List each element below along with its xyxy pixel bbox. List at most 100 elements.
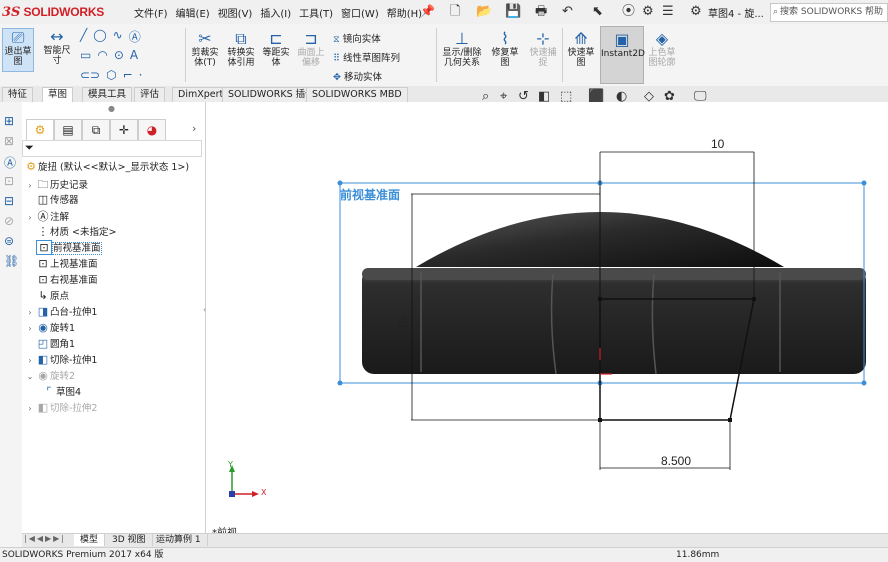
tab-sketch[interactable]: 草图: [42, 87, 74, 103]
tree-root[interactable]: ⚙ 旋扭 (默认<<默认>_显示状态 1>): [24, 159, 189, 173]
open-icon[interactable]: 📂: [476, 3, 492, 21]
solidworks-logo[interactable]: 3S SOLIDWORKS: [2, 3, 104, 21]
mirror-entities-button[interactable]: ⧖ 镜向实体: [333, 30, 400, 49]
tree-item-selected[interactable]: ⊡ 前视基准面: [24, 240, 102, 255]
tree-item[interactable]: › ◨ 凸台-拉伸1: [24, 304, 97, 318]
menu-insert[interactable]: 插入(I): [256, 5, 295, 20]
arc-icon[interactable]: ◠: [97, 48, 107, 62]
tree-root-label: 旋扭 (默认<<默认>_显示状态 1>): [38, 162, 190, 173]
menu-file[interactable]: 文件(F): [130, 5, 172, 20]
polygon-icon[interactable]: ⬡: [106, 68, 116, 82]
annotation-icon[interactable]: Ⓐ: [4, 154, 16, 171]
rectangle-icon[interactable]: ▭: [80, 48, 91, 62]
save-icon[interactable]: 💾: [505, 3, 521, 21]
configuration-tab[interactable]: ⧉: [82, 119, 110, 141]
tree-item[interactable]: ⊡ 上视基准面: [24, 256, 97, 270]
trim-entities-button[interactable]: ✂ 剪裁实体(T): [188, 30, 222, 69]
surface-offset-button[interactable]: ⊐ 曲面上偏移: [294, 30, 328, 69]
tree-item[interactable]: ⋮ 材质 <未指定>: [24, 224, 117, 238]
move-entities-button[interactable]: ✥ 移动实体: [333, 68, 400, 87]
text-tool-icon[interactable]: Ⓐ: [129, 28, 141, 45]
select-cursor-icon[interactable]: ⬉: [592, 3, 603, 21]
tab-mold-tools[interactable]: 模具工具: [82, 87, 133, 103]
tree-item[interactable]: ⌄ ◉ 旋转2: [24, 368, 75, 382]
palette-icon[interactable]: ⊟: [4, 194, 14, 208]
offset-entities-button[interactable]: ⊏ 等距实体: [260, 30, 292, 69]
tab-model[interactable]: 模型: [74, 534, 106, 546]
tree-item[interactable]: › ◧ 切除-拉伸2: [24, 400, 97, 414]
tree-item[interactable]: ⊡ 右视基准面: [24, 272, 97, 286]
expand-arrow-icon[interactable]: ›: [24, 404, 36, 413]
tab-dimxpert[interactable]: DimXpert: [172, 87, 230, 103]
dimension-10[interactable]: 10: [711, 137, 724, 151]
display-delete-label: 显示/删除几何关系: [442, 48, 482, 68]
expand-arrow-icon[interactable]: ›: [24, 213, 36, 222]
slot-icon[interactable]: ⊂⊃: [80, 68, 100, 82]
menu-edit[interactable]: 编辑(E): [172, 5, 214, 20]
menu-window[interactable]: 窗口(W): [337, 5, 383, 20]
expand-arrow-icon[interactable]: ›: [24, 181, 36, 190]
properties-icon[interactable]: ⊜: [4, 234, 14, 248]
exit-sketch-button[interactable]: ⎚ 退出草图: [2, 28, 34, 72]
quick-snaps-button[interactable]: ⊹ 快速捕捉: [526, 30, 560, 69]
block-icon[interactable]: ⊡: [4, 174, 14, 188]
linear-pattern-button[interactable]: ⠿ 线性草图阵列: [333, 49, 400, 68]
traffic-light-icon[interactable]: ⦿: [622, 3, 635, 21]
print-icon[interactable]: 🖶: [535, 3, 547, 21]
tree-item[interactable]: ↳ 原点: [24, 288, 69, 302]
panel-grip-icon[interactable]: ●: [108, 104, 115, 113]
display-manager-tab[interactable]: ◕: [138, 119, 166, 141]
tab-features[interactable]: 特征: [2, 87, 34, 103]
tree-item[interactable]: ⌜ 草图4: [42, 384, 81, 398]
expand-arrow-icon[interactable]: ›: [24, 308, 36, 317]
rapid-sketch-button[interactable]: ⟰ 快速草图: [565, 30, 597, 69]
feature-tree-tab[interactable]: ⚙: [26, 119, 54, 141]
tree-item[interactable]: › ◉ 旋转1: [24, 320, 75, 334]
dimension-icon[interactable]: ⊠: [4, 134, 14, 148]
spline-icon[interactable]: ∿: [113, 28, 123, 45]
dimension-15[interactable]: 15: [396, 317, 410, 330]
expand-arrow-icon[interactable]: ›: [24, 356, 36, 365]
fillet-icon[interactable]: ⌐: [123, 68, 133, 82]
shaded-sketch-contours-button[interactable]: ◈ 上色草图轮廓: [645, 30, 679, 69]
smart-dimension-button[interactable]: ↔ 智能尺寸: [40, 28, 74, 67]
dimxpert-tab[interactable]: ✛: [110, 119, 138, 141]
property-manager-tab[interactable]: ▤: [54, 119, 82, 141]
repair-sketch-button[interactable]: ⌇ 修复草图: [488, 30, 522, 69]
pin-icon[interactable]: 📌: [420, 4, 435, 18]
chevron-right-icon[interactable]: ›: [192, 122, 196, 135]
tab-mbd[interactable]: SOLIDWORKS MBD: [306, 87, 408, 103]
point-icon[interactable]: ·: [139, 68, 143, 82]
undo-icon[interactable]: ↶: [562, 3, 573, 21]
new-document-icon[interactable]: 🗋: [450, 3, 460, 21]
tree-item[interactable]: › Ⓐ 注解: [24, 208, 69, 224]
graphics-area[interactable]: 前视基准面 10 15 8.500 Y X *前视: [206, 102, 888, 547]
gear-icon[interactable]: ⚙: [690, 3, 702, 21]
dimension-8-500[interactable]: 8.500: [661, 454, 691, 468]
tab-evaluate[interactable]: 评估: [134, 87, 166, 103]
tree-filter-input[interactable]: ⏷: [22, 140, 202, 157]
expand-arrow-icon[interactable]: ›: [24, 324, 36, 333]
ellipse-icon[interactable]: ⊙: [114, 48, 124, 62]
tree-item[interactable]: ◫ 传感器: [24, 192, 79, 206]
display-delete-relations-button[interactable]: ⊥ 显示/删除几何关系: [440, 30, 484, 69]
tab-motion-study[interactable]: 运动算例 1: [150, 534, 208, 546]
menu-view[interactable]: 视图(V): [214, 5, 257, 20]
convert-entities-button[interactable]: ⧉ 转换实体引用: [224, 30, 258, 69]
add-relation-icon[interactable]: ⊞: [4, 114, 14, 128]
tree-item[interactable]: ◰ 圆角1: [24, 336, 75, 350]
search-help-input[interactable]: ⌕ 搜索 SOLIDWORKS 帮助: [770, 3, 888, 22]
options-icon[interactable]: ⚙: [642, 3, 654, 21]
tree-item[interactable]: › ◧ 切除-拉伸1: [24, 352, 97, 366]
instant2d-button[interactable]: ▣ Instant2D: [600, 26, 645, 84]
circle-icon[interactable]: ◯: [93, 28, 106, 45]
tab-scroll-arrows-icon[interactable]: |◀◀▶▶|: [24, 534, 66, 543]
text-icon[interactable]: A: [130, 48, 138, 62]
menu-tools[interactable]: 工具(T): [295, 5, 337, 20]
link-icon[interactable]: ⛓: [4, 254, 19, 268]
list-icon[interactable]: ☰: [662, 3, 674, 21]
line-icon[interactable]: ╱: [80, 28, 87, 45]
expand-arrow-icon[interactable]: ⌄: [24, 372, 36, 381]
reference-icon[interactable]: ⊘: [4, 214, 14, 228]
tab-3d-view[interactable]: 3D 视图: [106, 534, 153, 546]
